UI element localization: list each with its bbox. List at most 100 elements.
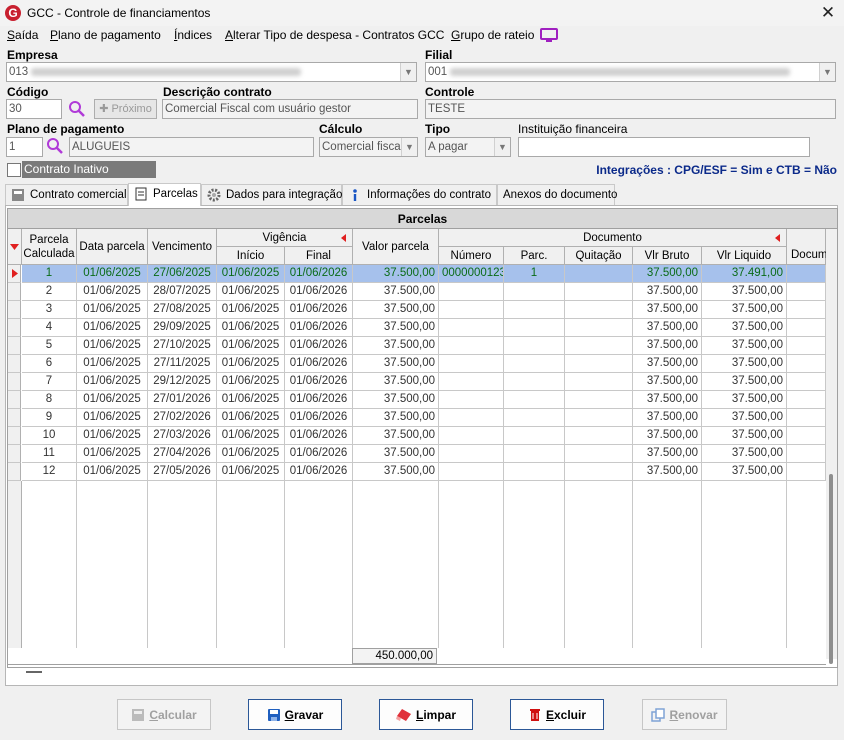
scrollbar-thumb[interactable] (829, 474, 833, 664)
cell-vlr-liquido[interactable]: 37.491,00 (702, 265, 787, 283)
cell-vencimento[interactable]: 27/02/2026 (148, 409, 217, 427)
cell-inicio[interactable]: 01/06/2025 (217, 319, 285, 337)
cell-valor-parcela[interactable]: 37.500,00 (353, 409, 439, 427)
cell-inicio[interactable]: 01/06/2025 (217, 355, 285, 373)
tipo-select[interactable]: A pagar ▼ (425, 137, 511, 157)
cell-vlr-liquido[interactable]: 37.500,00 (702, 337, 787, 355)
cell-data-parcela[interactable]: 01/06/2025 (77, 265, 148, 283)
header-vlr-liquido[interactable]: Vlr Liquido (702, 247, 787, 265)
cell-parcela[interactable]: 6 (22, 355, 77, 373)
controle-input[interactable]: TESTE (425, 99, 836, 119)
table-row[interactable]: 11 01/06/2025 27/04/2026 01/06/2025 01/06/20… (8, 445, 826, 463)
cell-vencimento[interactable]: 27/08/2025 (148, 301, 217, 319)
cell-data-parcela[interactable]: 01/06/2025 (77, 373, 148, 391)
collapse-left-icon[interactable] (775, 234, 780, 242)
cell-final[interactable]: 01/06/2026 (285, 301, 353, 319)
cell-inicio[interactable]: 01/06/2025 (217, 337, 285, 355)
cell-valor-parcela[interactable]: 37.500,00 (353, 391, 439, 409)
cell-final[interactable]: 01/06/2026 (285, 463, 353, 481)
cell-quitacao[interactable] (565, 463, 633, 481)
cell-valor-parcela[interactable]: 37.500,00 (353, 445, 439, 463)
cell-vlr-liquido[interactable]: 37.500,00 (702, 283, 787, 301)
monitor-icon[interactable] (540, 28, 558, 42)
cell-data-parcela[interactable]: 01/06/2025 (77, 337, 148, 355)
cell-parc[interactable] (504, 427, 565, 445)
cell-vencimento[interactable]: 27/05/2026 (148, 463, 217, 481)
cell-vlr-liquido[interactable]: 37.500,00 (702, 373, 787, 391)
cell-vlr-bruto[interactable]: 37.500,00 (633, 373, 702, 391)
tab-dados-integracao[interactable]: Dados para integração (201, 184, 342, 205)
excluir-button[interactable]: Excluir (510, 699, 604, 730)
cell-parc[interactable] (504, 373, 565, 391)
contrato-inativo-label[interactable]: Contrato Inativo (22, 161, 156, 178)
row-selector-header[interactable] (8, 229, 22, 265)
cell-docum[interactable] (787, 319, 826, 337)
cell-inicio[interactable]: 01/06/2025 (217, 409, 285, 427)
tab-parcelas[interactable]: Parcelas (128, 183, 201, 206)
plano-code-input[interactable]: 1 (6, 137, 43, 157)
cell-valor-parcela[interactable]: 37.500,00 (353, 337, 439, 355)
cell-vencimento[interactable]: 27/10/2025 (148, 337, 217, 355)
cell-parcela[interactable]: 10 (22, 427, 77, 445)
cell-docum[interactable] (787, 337, 826, 355)
header-numero[interactable]: Número (439, 247, 504, 265)
cell-data-parcela[interactable]: 01/06/2025 (77, 391, 148, 409)
cell-vlr-bruto[interactable]: 37.500,00 (633, 301, 702, 319)
table-row[interactable]: 5 01/06/2025 27/10/2025 01/06/2025 01/06/202… (8, 337, 826, 355)
table-row[interactable]: 9 01/06/2025 27/02/2026 01/06/2025 01/06/202… (8, 409, 826, 427)
cell-vencimento[interactable]: 27/04/2026 (148, 445, 217, 463)
table-row[interactable]: 3 01/06/2025 27/08/2025 01/06/2025 01/06/202… (8, 301, 826, 319)
cell-numero[interactable] (439, 337, 504, 355)
calculo-select[interactable]: Comercial fiscal ▼ (319, 137, 418, 157)
cell-vlr-bruto[interactable]: 37.500,00 (633, 391, 702, 409)
cell-final[interactable]: 01/06/2026 (285, 319, 353, 337)
header-docum[interactable]: Docum (787, 229, 827, 265)
search-icon[interactable] (46, 137, 64, 155)
cell-quitacao[interactable] (565, 427, 633, 445)
cell-parc[interactable] (504, 301, 565, 319)
cell-vlr-liquido[interactable]: 37.500,00 (702, 427, 787, 445)
cell-valor-parcela[interactable]: 37.500,00 (353, 427, 439, 445)
table-row[interactable]: 2 01/06/2025 28/07/2025 01/06/2025 01/06/202… (8, 283, 826, 301)
cell-final[interactable]: 01/06/2026 (285, 409, 353, 427)
cell-data-parcela[interactable]: 01/06/2025 (77, 463, 148, 481)
cell-vlr-bruto[interactable]: 37.500,00 (633, 337, 702, 355)
cell-data-parcela[interactable]: 01/06/2025 (77, 409, 148, 427)
cell-quitacao[interactable] (565, 391, 633, 409)
cell-quitacao[interactable] (565, 319, 633, 337)
row-selector[interactable] (8, 319, 21, 337)
chevron-down-icon[interactable]: ▼ (401, 138, 417, 156)
cell-numero[interactable] (439, 427, 504, 445)
cell-vlr-liquido[interactable]: 37.500,00 (702, 319, 787, 337)
splitter-handle[interactable] (26, 671, 42, 673)
renovar-button[interactable]: Renovar (642, 699, 727, 730)
cell-inicio[interactable]: 01/06/2025 (217, 391, 285, 409)
cell-docum[interactable] (787, 373, 826, 391)
row-selector[interactable] (8, 265, 21, 283)
instituicao-input[interactable] (518, 137, 810, 157)
cell-parc[interactable] (504, 391, 565, 409)
cell-vlr-bruto[interactable]: 37.500,00 (633, 319, 702, 337)
cell-numero[interactable] (439, 319, 504, 337)
empresa-select[interactable]: 013 ▼ (6, 62, 417, 82)
cell-data-parcela[interactable]: 01/06/2025 (77, 283, 148, 301)
cell-quitacao[interactable] (565, 283, 633, 301)
cell-quitacao[interactable] (565, 301, 633, 319)
cell-parcela[interactable]: 9 (22, 409, 77, 427)
row-selector[interactable] (8, 463, 21, 481)
cell-inicio[interactable]: 01/06/2025 (217, 373, 285, 391)
cell-valor-parcela[interactable]: 37.500,00 (353, 373, 439, 391)
cell-quitacao[interactable] (565, 373, 633, 391)
cell-docum[interactable] (787, 265, 826, 283)
cell-final[interactable]: 01/06/2026 (285, 283, 353, 301)
row-selector[interactable] (8, 355, 21, 373)
cell-vlr-bruto[interactable]: 37.500,00 (633, 265, 702, 283)
cell-parcela[interactable]: 3 (22, 301, 77, 319)
row-selector[interactable] (8, 301, 21, 319)
cell-parcela[interactable]: 11 (22, 445, 77, 463)
menu-alterar-tipo-despesa[interactable]: Alterar Tipo de despesa - Contratos GCC (225, 28, 444, 42)
cell-inicio[interactable]: 01/06/2025 (217, 283, 285, 301)
row-selector[interactable] (8, 445, 21, 463)
cell-vencimento[interactable]: 27/06/2025 (148, 265, 217, 283)
menu-grupo-rateio[interactable]: Grupo de rateio (451, 28, 534, 42)
